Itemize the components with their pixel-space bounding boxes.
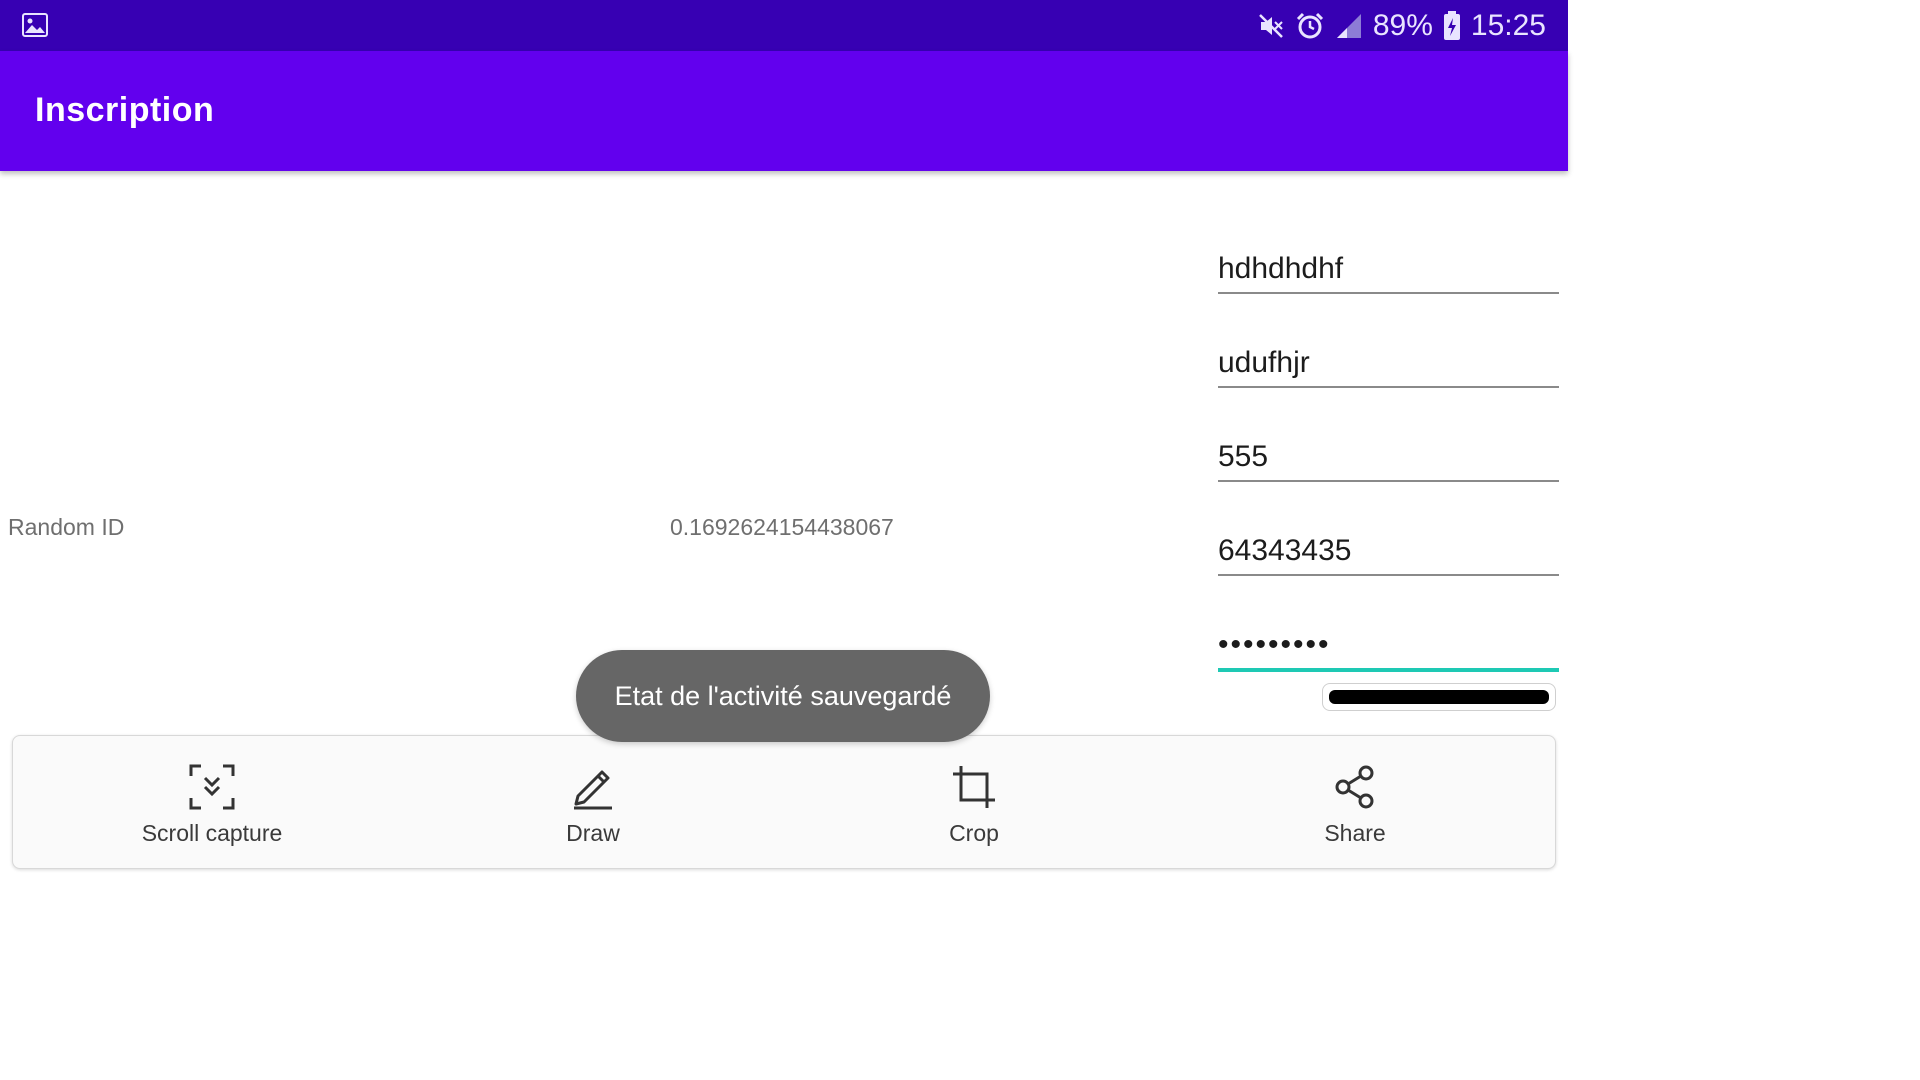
text-field-1-input[interactable] <box>1218 252 1559 286</box>
text-field-1[interactable] <box>1218 240 1559 294</box>
draw-button[interactable]: Draw <box>493 736 693 868</box>
share-button[interactable]: Share <box>1255 736 1455 868</box>
progress-indicator <box>1322 683 1556 711</box>
status-bar: 89% 15:25 <box>0 0 1568 51</box>
screenshot-toolbar: Scroll capture Draw Crop Share <box>12 735 1556 869</box>
scroll-capture-label: Scroll capture <box>141 820 283 846</box>
battery-charging-icon <box>1443 11 1461 41</box>
text-field-4-input[interactable] <box>1218 534 1559 568</box>
crop-icon <box>951 764 997 810</box>
signal-icon <box>1335 12 1363 40</box>
text-field-2-input[interactable] <box>1218 346 1559 380</box>
text-field-2[interactable] <box>1218 334 1559 388</box>
scroll-capture-button[interactable]: Scroll capture <box>112 736 312 868</box>
app-bar: Inscription <box>0 51 1568 171</box>
clock-time: 15:25 <box>1470 9 1546 42</box>
mute-icon <box>1257 12 1285 40</box>
crop-label: Crop <box>949 820 999 846</box>
text-field-4[interactable] <box>1218 522 1559 576</box>
text-field-3-input[interactable] <box>1218 440 1559 474</box>
draw-label: Draw <box>566 820 620 846</box>
random-id-label: Random ID <box>8 514 125 540</box>
battery-percent: 89% <box>1372 9 1433 42</box>
random-id-value: 0.1692624154438067 <box>670 514 894 540</box>
gallery-icon <box>22 12 48 38</box>
crop-button[interactable]: Crop <box>874 736 1074 868</box>
share-label: Share <box>1324 820 1386 846</box>
text-field-3[interactable] <box>1218 428 1559 482</box>
pen-icon <box>570 764 616 810</box>
progress-bar-fill <box>1329 690 1549 704</box>
toast-message: Etat de l'activité sauvegardé <box>576 650 990 742</box>
share-icon <box>1332 764 1378 810</box>
page-title: Inscription <box>35 91 215 129</box>
password-field[interactable] <box>1218 616 1559 672</box>
password-field-input[interactable] <box>1218 628 1559 662</box>
scroll-capture-icon <box>189 764 235 810</box>
alarm-icon <box>1295 11 1325 41</box>
